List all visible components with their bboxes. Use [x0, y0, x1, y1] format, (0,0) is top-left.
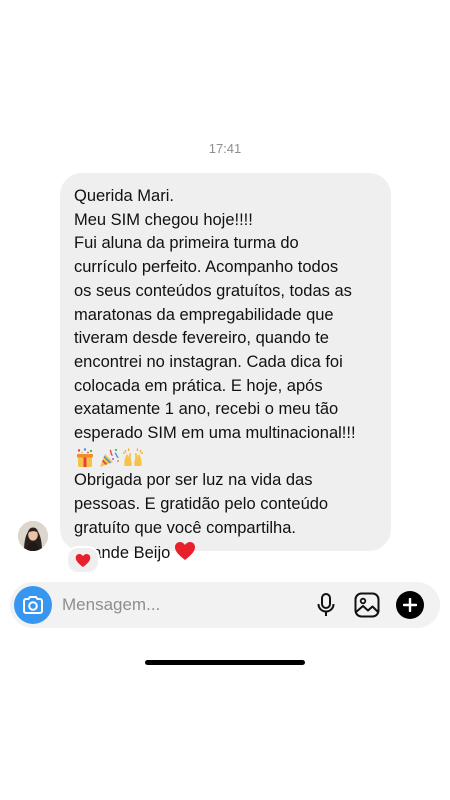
message-line: encontrei no instagran. Cada dica foi	[74, 352, 343, 371]
camera-button[interactable]	[14, 586, 52, 624]
microphone-icon	[317, 593, 335, 616]
party-horn-icon	[100, 448, 119, 467]
gallery-button[interactable]	[353, 591, 381, 619]
message-line: esperado SIM em uma multinacional!!!	[74, 424, 356, 443]
message-line: os seus conteúdos gratuítos, todas as	[74, 281, 352, 300]
message-line: gratuíto que você compartilha.	[74, 518, 296, 537]
message-composer	[10, 582, 440, 628]
message-line: Querida Mari.	[74, 187, 174, 205]
sender-avatar[interactable]	[18, 521, 48, 551]
message-signoff-line: Grande Beijo	[74, 541, 377, 569]
plus-icon	[403, 598, 417, 612]
red-heart-emoji-icon	[174, 541, 196, 569]
emoji-row	[74, 446, 377, 470]
message-line: exatamente 1 ano, recebi o meu tão	[74, 400, 339, 419]
message-line: Fui aluna da primeira turma do	[74, 234, 299, 253]
message-line: colocada em prática. E hoje, após	[74, 376, 323, 395]
message-line: tiveram desde fevereiro, quando te	[74, 329, 329, 348]
message-input[interactable]	[62, 590, 292, 620]
message-line: currículo perfeito. Acompanho todos	[74, 258, 339, 277]
home-indicator[interactable]	[145, 660, 305, 665]
message-line: Obrigada por ser luz na vida das	[74, 471, 313, 490]
message-line: Meu SIM chegou hoje!!!!	[74, 210, 253, 229]
gallery-icon	[354, 592, 380, 618]
red-heart-reaction-icon	[75, 553, 91, 567]
party-popper-icon	[77, 447, 93, 467]
message-line: pessoas. E gratidão pelo conteúdo	[74, 495, 329, 514]
camera-icon	[23, 596, 43, 614]
add-button[interactable]	[396, 591, 424, 619]
message-line: maratonas da empregabilidade que	[74, 305, 334, 324]
message-reaction[interactable]	[66, 546, 100, 574]
chat-screen: 17:41 Querida Mari. Meu SIM chegou hoje!…	[0, 0, 450, 800]
avatar-photo-icon	[18, 521, 48, 551]
raising-hands-icon	[122, 448, 144, 466]
microphone-button[interactable]	[313, 592, 339, 618]
message-timestamp: 17:41	[208, 141, 242, 156]
received-message-bubble[interactable]: Querida Mari. Meu SIM chegou hoje!!!! Fu…	[60, 173, 391, 562]
